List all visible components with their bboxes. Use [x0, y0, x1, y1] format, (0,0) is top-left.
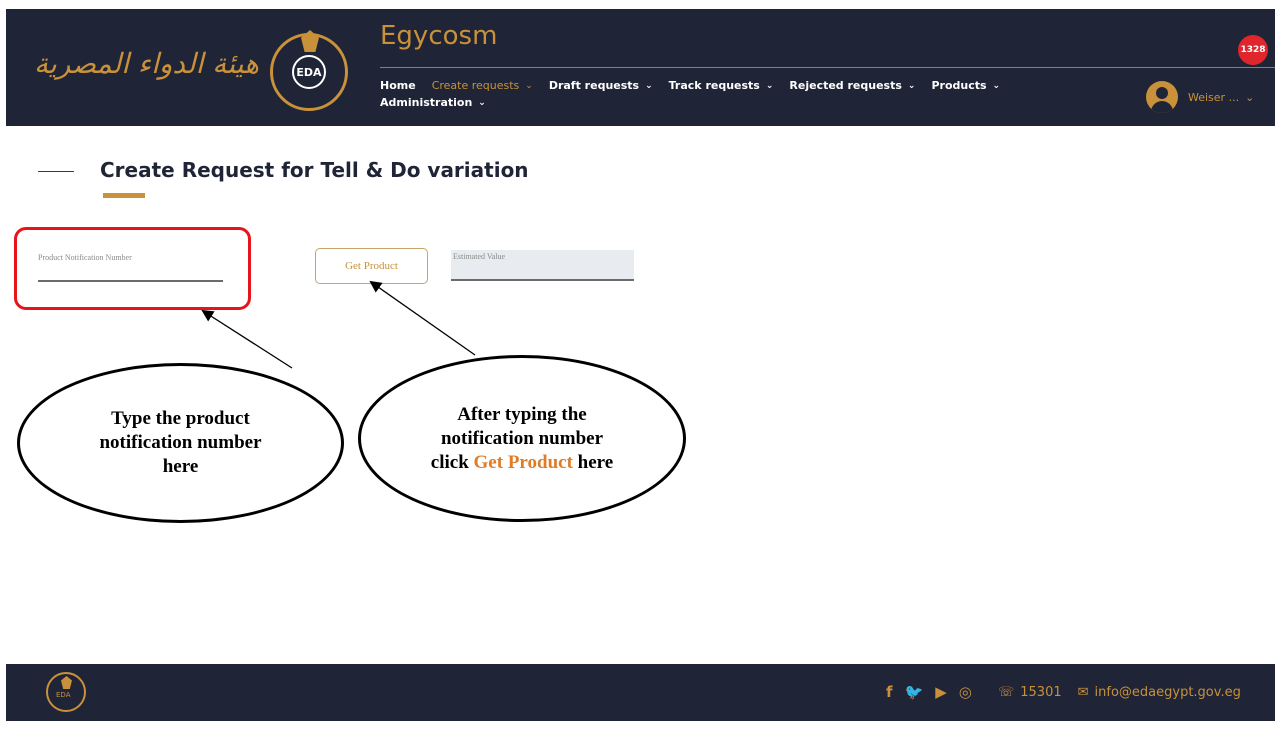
eagle-icon — [61, 676, 72, 689]
nav-item-products[interactable]: Products ⌄ — [931, 79, 1000, 92]
nav-item-label: Create requests — [431, 79, 520, 92]
page-title: Create Request for Tell & Do variation — [100, 158, 529, 182]
callout-highlight: Get Product — [473, 451, 573, 473]
avatar-body — [1151, 101, 1173, 113]
user-avatar-icon[interactable] — [1146, 81, 1178, 113]
page: هيئة الدواء المصرية EDA Egycosm Home Cre… — [0, 0, 1281, 737]
mail-icon: ✉ — [1077, 685, 1089, 700]
user-menu[interactable]: Weiser ... ⌄ — [1188, 91, 1254, 104]
main-nav: Home Create requests ⌄ Draft requests ⌄ … — [380, 79, 1100, 109]
get-product-button[interactable]: Get Product — [315, 248, 428, 284]
nav-item-label: Rejected requests — [789, 79, 902, 92]
callout-line: notification number — [440, 427, 603, 449]
nav-item-label: Administration — [380, 96, 473, 109]
callout-line: After typing the — [457, 403, 587, 425]
nav-item-home[interactable]: Home — [380, 79, 416, 92]
nav-item-rejected-requests[interactable]: Rejected requests ⌄ — [789, 79, 915, 92]
estimated-value-label: Estimated Value — [453, 252, 506, 261]
facebook-icon[interactable]: f — [886, 683, 893, 701]
user-name: Weiser ... — [1188, 91, 1240, 104]
callout-click-get-product: After typing the notification number cli… — [358, 355, 686, 522]
callout-type-number: Type the product notification number her… — [17, 363, 344, 523]
app-title[interactable]: Egycosm — [380, 21, 497, 51]
nav-item-label: Products — [931, 79, 987, 92]
footer: EDA f 🐦 ▶ ◎ ☏ 15301 ✉ info@edaegypt.gov.… — [6, 664, 1275, 721]
notification-bell-icon[interactable]: 1328 — [1238, 35, 1268, 65]
callout-text-prefix: click — [430, 451, 474, 473]
arrow-to-input — [201, 309, 293, 369]
avatar-head — [1156, 87, 1168, 99]
chevron-down-icon: ⌄ — [765, 80, 774, 91]
nav-item-draft-requests[interactable]: Draft requests ⌄ — [549, 79, 653, 92]
callout-text-suffix: here — [572, 451, 614, 473]
notification-count: 1328 — [1240, 45, 1266, 55]
nav-item-label: Draft requests — [548, 79, 640, 92]
title-underline-bar — [103, 193, 145, 198]
contact-info: ☏ 15301 ✉ info@edaegypt.gov.eg — [998, 685, 1241, 700]
chevron-down-icon: ⌄ — [478, 97, 486, 108]
title-decoration-line — [38, 171, 74, 172]
nav-item-administration[interactable]: Administration ⌄ — [380, 96, 486, 109]
callout-text: After typing the notification number cli… — [431, 403, 613, 475]
seal-text: EDA — [292, 55, 326, 89]
nav-item-create-requests[interactable]: Create requests ⌄ — [432, 79, 533, 92]
callout-line: here — [162, 456, 199, 477]
callout-line: Type the product — [111, 408, 250, 429]
product-notification-label: Product Notification Number — [38, 253, 132, 262]
footer-eda-seal-logo[interactable]: EDA — [46, 672, 86, 712]
callout-text: Type the product notification number her… — [99, 407, 261, 479]
youtube-icon[interactable]: ▶ — [935, 683, 947, 701]
instagram-icon[interactable]: ◎ — [959, 683, 972, 701]
chevron-down-icon: ⌄ — [1245, 91, 1255, 104]
chevron-down-icon: ⌄ — [645, 80, 653, 91]
header-divider — [380, 67, 1275, 68]
header: هيئة الدواء المصرية EDA Egycosm Home Cre… — [6, 9, 1275, 126]
nav-item-label: Track requests — [668, 79, 760, 92]
estimated-value-field: Estimated Value — [451, 250, 634, 281]
callout-line: notification number — [99, 432, 262, 453]
email-link[interactable]: info@edaegypt.gov.eg — [1095, 685, 1241, 700]
chevron-down-icon: ⌄ — [525, 80, 533, 91]
phone-icon: ☏ — [998, 685, 1015, 700]
chevron-down-icon: ⌄ — [907, 80, 916, 91]
footer-seal-text: EDA — [56, 691, 71, 699]
eda-seal-logo[interactable]: EDA — [270, 30, 348, 111]
twitter-icon[interactable]: 🐦 — [905, 683, 924, 701]
nav-item-label: Home — [380, 79, 416, 92]
product-notification-input[interactable] — [38, 264, 223, 282]
phone-number[interactable]: 15301 — [1020, 685, 1061, 700]
callout-line: click Get Product here — [431, 451, 613, 475]
arrow-to-button — [369, 280, 476, 356]
arabic-logo[interactable]: هيئة الدواء المصرية — [34, 47, 259, 80]
chevron-down-icon: ⌄ — [992, 80, 1001, 91]
nav-item-track-requests[interactable]: Track requests ⌄ — [669, 79, 774, 92]
eagle-icon — [301, 30, 319, 52]
social-links: f 🐦 ▶ ◎ — [886, 683, 972, 701]
